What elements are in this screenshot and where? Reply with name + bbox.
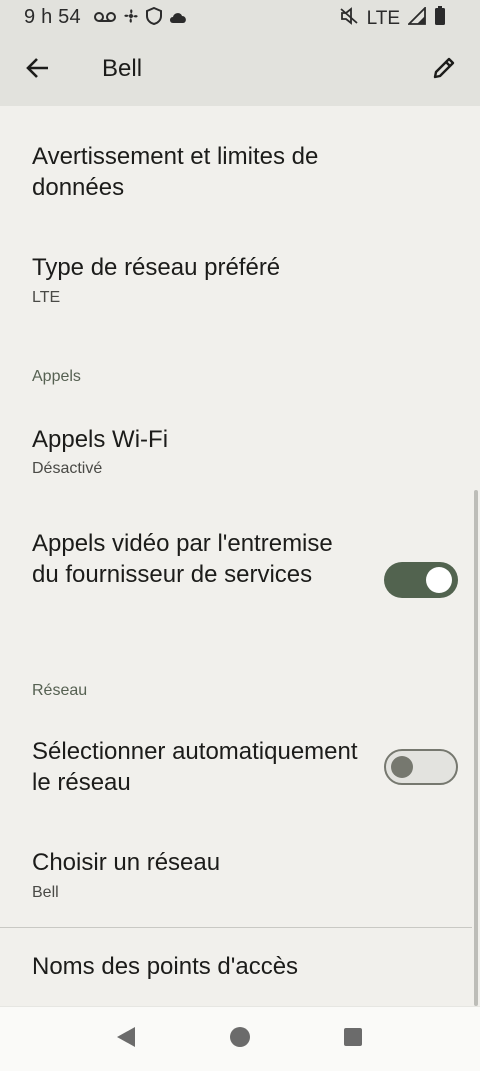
signal-icon — [406, 5, 426, 31]
pencil-icon — [431, 55, 457, 86]
nav-recents-button[interactable] — [341, 1027, 365, 1051]
toggle-thumb — [426, 567, 452, 593]
status-time: 9 h 54 — [24, 6, 81, 28]
nav-back-button[interactable] — [114, 1026, 138, 1053]
data-warning-title: Avertissement et limites de données — [32, 143, 319, 201]
fan-icon — [122, 7, 140, 31]
wifi-calling-title: Appels Wi-Fi — [32, 426, 169, 453]
navigation-bar — [0, 1006, 480, 1071]
nav-back-icon — [115, 1026, 137, 1053]
wifi-calling-summary: Désactivé — [32, 460, 103, 477]
shield-icon — [146, 6, 162, 31]
back-button[interactable] — [18, 50, 58, 90]
arrow-left-icon — [25, 55, 51, 86]
choose-network-title: Choisir un réseau — [32, 849, 221, 876]
preferred-network-title: Type de réseau préféré — [32, 254, 281, 281]
nav-home-icon — [229, 1026, 251, 1053]
network-section-header: Réseau — [32, 682, 88, 699]
mute-icon — [339, 7, 359, 31]
data-warning-item[interactable]: Avertissement et limites de données — [0, 106, 472, 226]
apn-item[interactable]: Noms des points d'accès — [0, 928, 472, 1006]
nav-home-button[interactable] — [228, 1026, 252, 1053]
battery-icon — [434, 6, 446, 32]
auto-select-toggle[interactable] — [384, 749, 458, 785]
cloud-icon — [168, 8, 188, 30]
status-right-icons: LTE — [339, 5, 446, 32]
auto-select-title: Sélectionner automatiquement le réseau — [32, 738, 358, 796]
video-calling-item[interactable]: Appels vidéo par l'entremise du fourniss… — [0, 512, 472, 652]
settings-list[interactable]: Avertissement et limites de données Type… — [0, 106, 480, 1006]
preferred-network-item[interactable]: Type de réseau préféré LTE — [0, 226, 472, 332]
preferred-network-summary: LTE — [32, 289, 61, 306]
nav-recents-icon — [343, 1027, 363, 1052]
video-calling-toggle[interactable] — [384, 562, 458, 598]
choose-network-item[interactable]: Choisir un réseau Bell — [0, 828, 472, 928]
wifi-calling-item[interactable]: Appels Wi-Fi Désactivé — [0, 402, 472, 502]
voicemail-icon — [94, 8, 116, 30]
choose-network-summary: Bell — [32, 884, 59, 901]
scrollbar[interactable] — [474, 490, 478, 1006]
top-app-bar: 9 h 54 LTE Bell — [0, 0, 480, 106]
auto-select-item[interactable]: Sélectionner automatiquement le réseau — [0, 722, 472, 822]
status-left-icons — [94, 6, 188, 31]
video-calling-title: Appels vidéo par l'entremise du fourniss… — [32, 530, 333, 588]
status-bar: 9 h 54 LTE — [0, 0, 480, 34]
edit-button[interactable] — [424, 50, 464, 90]
calls-section-header: Appels — [32, 368, 81, 385]
apn-title: Noms des points d'accès — [32, 953, 299, 980]
page-title: Bell — [102, 55, 143, 82]
network-type: LTE — [366, 8, 400, 29]
toggle-thumb — [391, 756, 413, 778]
